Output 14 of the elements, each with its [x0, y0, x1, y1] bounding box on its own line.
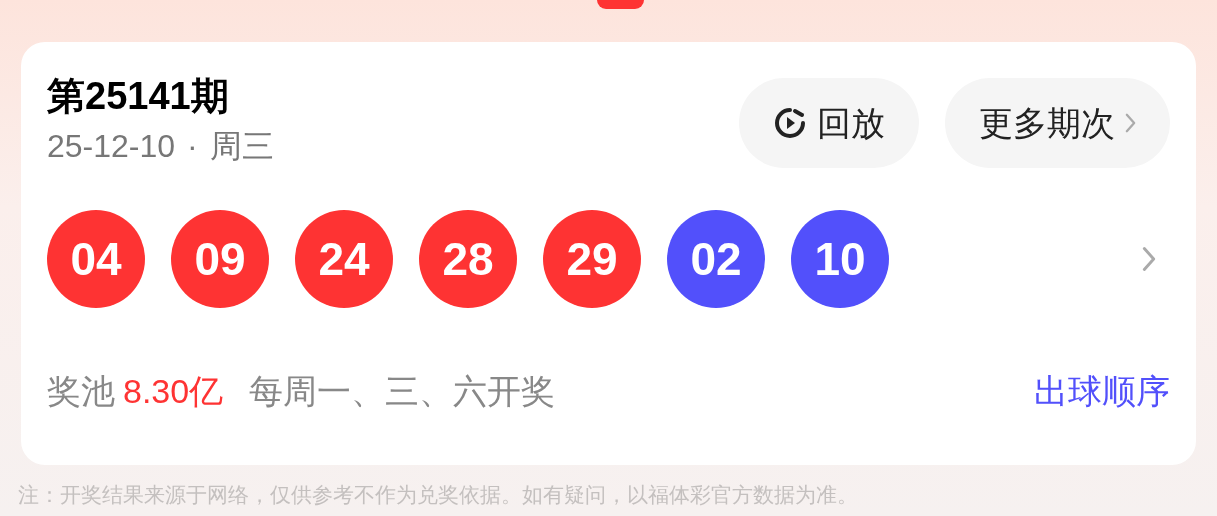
- draw-schedule: 每周一、三、六开奖: [249, 371, 556, 412]
- chevron-right-icon: [1142, 245, 1156, 273]
- draw-date: 25-12-10: [47, 127, 176, 166]
- more-issues-button[interactable]: 更多期次: [945, 78, 1170, 168]
- pool-amount: 8.30亿: [123, 371, 224, 412]
- pool-label: 奖池: [47, 371, 115, 412]
- chevron-right-icon: [1125, 112, 1136, 134]
- draw-weekday: 周三: [209, 127, 274, 166]
- ball-order-link[interactable]: 出球顺序: [1034, 366, 1170, 417]
- replay-button[interactable]: 回放: [739, 78, 919, 168]
- issue-title: 第25141期: [47, 74, 230, 119]
- drag-handle[interactable]: [597, 0, 644, 9]
- separator-dot: ·: [187, 127, 198, 166]
- replay-icon: [773, 106, 807, 140]
